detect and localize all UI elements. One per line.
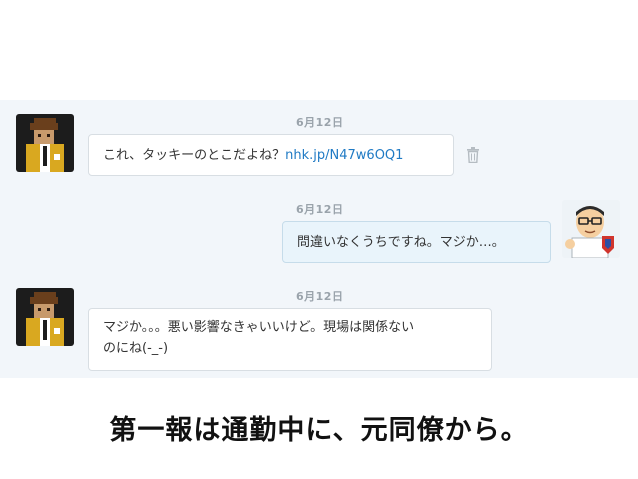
message-link[interactable]: nhk.jp/N47w6OQ1 [285,148,403,163]
cartoon-man-glasses-avatar-icon[interactable] [562,200,620,258]
message-text-line: のにね(-_-) [103,341,169,356]
message-text: これ、タッキーのとこだよね？ [103,148,286,163]
trash-icon[interactable] [466,147,480,164]
message-bubble: 問違いなくうちですね。マジか…。 [282,221,551,263]
message-bubble: マジか。。。悪い影響なきゃいいけど。現場は関係ない のにね(-_-) [88,308,492,371]
message-date: 6月12日 [296,116,344,129]
pixel-person-avatar-icon[interactable] [16,288,74,346]
message-date: 6月12日 [296,290,344,303]
chat-panel: 6月12日 これ、タッキーのとこだよね？nhk.jp/N47w6OQ1 6月12… [0,100,638,378]
message-text: 問違いなくうちですね。マジか…。 [297,235,505,250]
pixel-person-avatar-icon[interactable] [16,114,74,172]
slide-caption: 第一報は通勤中に、元同僚から。 [109,415,529,446]
message-date: 6月12日 [296,203,344,216]
message-text-line: マジか。。。悪い影響なきゃいいけど。現場は関係ない [103,320,415,335]
message-bubble: これ、タッキーのとこだよね？nhk.jp/N47w6OQ1 [88,134,454,176]
